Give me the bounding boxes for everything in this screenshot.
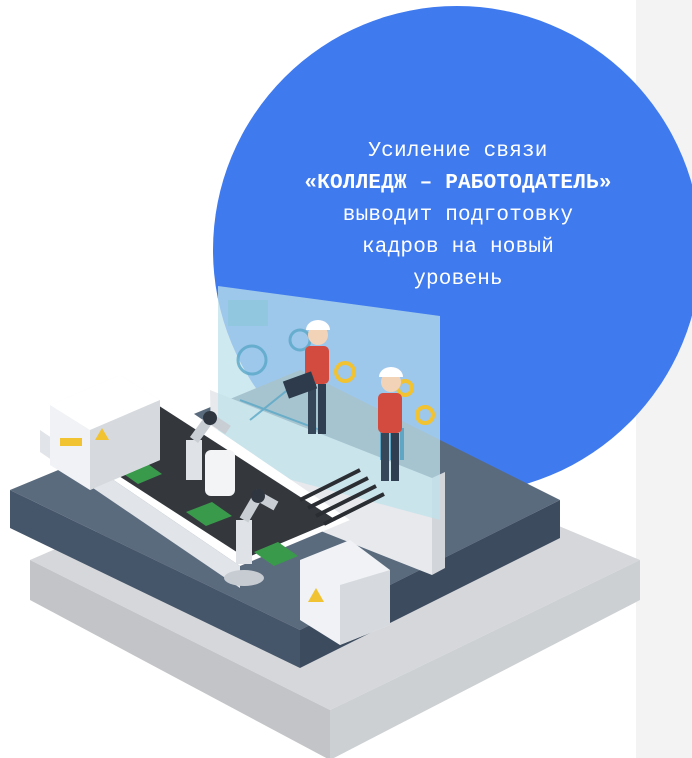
headline-line-3: выводит подготовку: [342, 204, 574, 227]
headline-line-1: Усиление связи: [368, 140, 548, 163]
factory-illustration: [10, 286, 640, 758]
headline-line-5: уровень: [413, 268, 503, 291]
headline-bold: «КОЛЛЕДЖ – РАБОТОДАТЕЛЬ»: [304, 172, 612, 195]
headline-line-4: кадров на новый: [361, 236, 555, 259]
headline-text: Усиление связи «КОЛЛЕДЖ – РАБОТОДАТЕЛЬ» …: [268, 136, 648, 296]
